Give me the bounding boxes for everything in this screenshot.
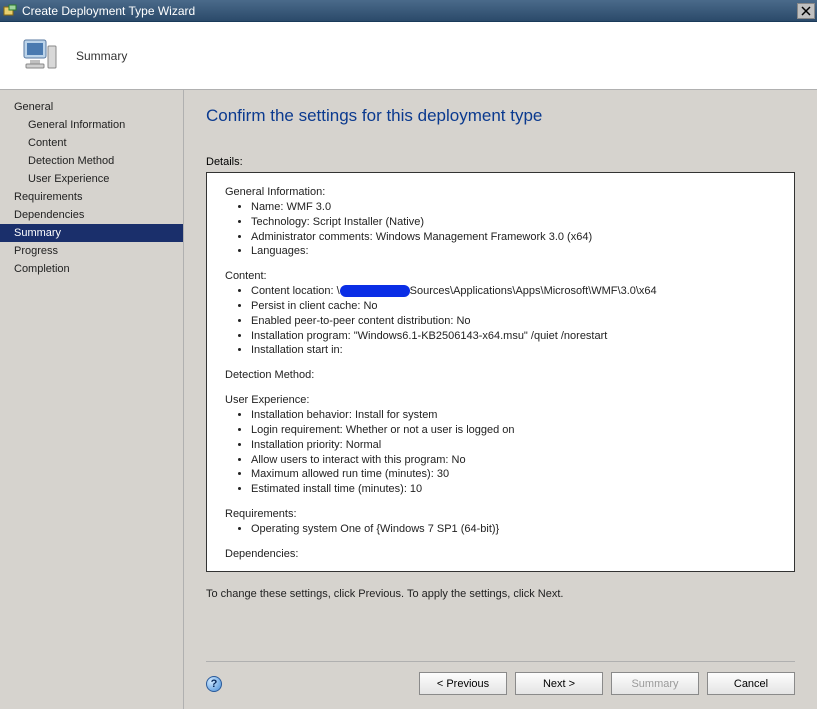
computer-icon — [20, 36, 60, 76]
detection-title: Detection Method: — [225, 368, 776, 383]
requirements-title: Requirements: — [225, 507, 776, 522]
sidebar-item-requirements[interactable]: Requirements — [0, 188, 183, 206]
ue-behavior: Installation behavior: Install for syste… — [251, 408, 776, 423]
hint-text: To change these settings, click Previous… — [206, 588, 795, 600]
wizard-footer: ? < Previous Next > Summary Cancel — [206, 661, 795, 695]
wizard-sidebar: GeneralGeneral InformationContentDetecti… — [0, 90, 184, 709]
ue-max-run: Maximum allowed run time (minutes): 30 — [251, 467, 776, 482]
gi-admin-comments: Administrator comments: Windows Manageme… — [251, 230, 776, 245]
close-button[interactable] — [797, 3, 815, 19]
sidebar-item-user-experience[interactable]: User Experience — [0, 170, 183, 188]
sidebar-item-summary[interactable]: Summary — [0, 224, 183, 242]
wizard-body: GeneralGeneral InformationContentDetecti… — [0, 90, 817, 709]
req-os: Operating system One of {Windows 7 SP1 (… — [251, 522, 776, 537]
cancel-button[interactable]: Cancel — [707, 672, 795, 695]
content-location: Content location: \Sources\Applications\… — [251, 284, 776, 299]
ue-priority: Installation priority: Normal — [251, 438, 776, 453]
details-box: General Information: Name: WMF 3.0 Techn… — [206, 172, 795, 572]
wizard-main: Confirm the settings for this deployment… — [184, 90, 817, 709]
sidebar-item-detection-method[interactable]: Detection Method — [0, 152, 183, 170]
gi-technology: Technology: Script Installer (Native) — [251, 215, 776, 230]
content-start-in: Installation start in: — [251, 343, 776, 358]
wizard-header: Summary — [0, 22, 817, 90]
summary-button[interactable]: Summary — [611, 672, 699, 695]
general-info-title: General Information: — [225, 185, 776, 200]
page-title: Confirm the settings for this deployment… — [206, 106, 795, 126]
next-button[interactable]: Next > — [515, 672, 603, 695]
sidebar-item-completion[interactable]: Completion — [0, 260, 183, 278]
gi-name: Name: WMF 3.0 — [251, 200, 776, 215]
ue-login: Login requirement: Whether or not a user… — [251, 423, 776, 438]
content-persist: Persist in client cache: No — [251, 299, 776, 314]
redacted-server — [340, 285, 410, 297]
app-icon — [2, 3, 18, 19]
sidebar-item-content[interactable]: Content — [0, 134, 183, 152]
ue-est-install: Estimated install time (minutes): 10 — [251, 482, 776, 497]
dependencies-title: Dependencies: — [225, 547, 776, 562]
window-title: Create Deployment Type Wizard — [22, 4, 797, 18]
help-icon[interactable]: ? — [206, 676, 222, 692]
content-title: Content: — [225, 269, 776, 284]
titlebar: Create Deployment Type Wizard — [0, 0, 817, 22]
sidebar-item-general[interactable]: General — [0, 98, 183, 116]
step-heading: Summary — [76, 49, 127, 63]
details-label: Details: — [206, 156, 795, 168]
sidebar-item-progress[interactable]: Progress — [0, 242, 183, 260]
content-p2p: Enabled peer-to-peer content distributio… — [251, 314, 776, 329]
sidebar-item-general-information[interactable]: General Information — [0, 116, 183, 134]
sidebar-item-dependencies[interactable]: Dependencies — [0, 206, 183, 224]
ue-interact: Allow users to interact with this progra… — [251, 453, 776, 468]
content-install-prog: Installation program: "Windows6.1-KB2506… — [251, 329, 776, 344]
user-exp-title: User Experience: — [225, 393, 776, 408]
gi-languages: Languages: — [251, 244, 776, 259]
previous-button[interactable]: < Previous — [419, 672, 507, 695]
